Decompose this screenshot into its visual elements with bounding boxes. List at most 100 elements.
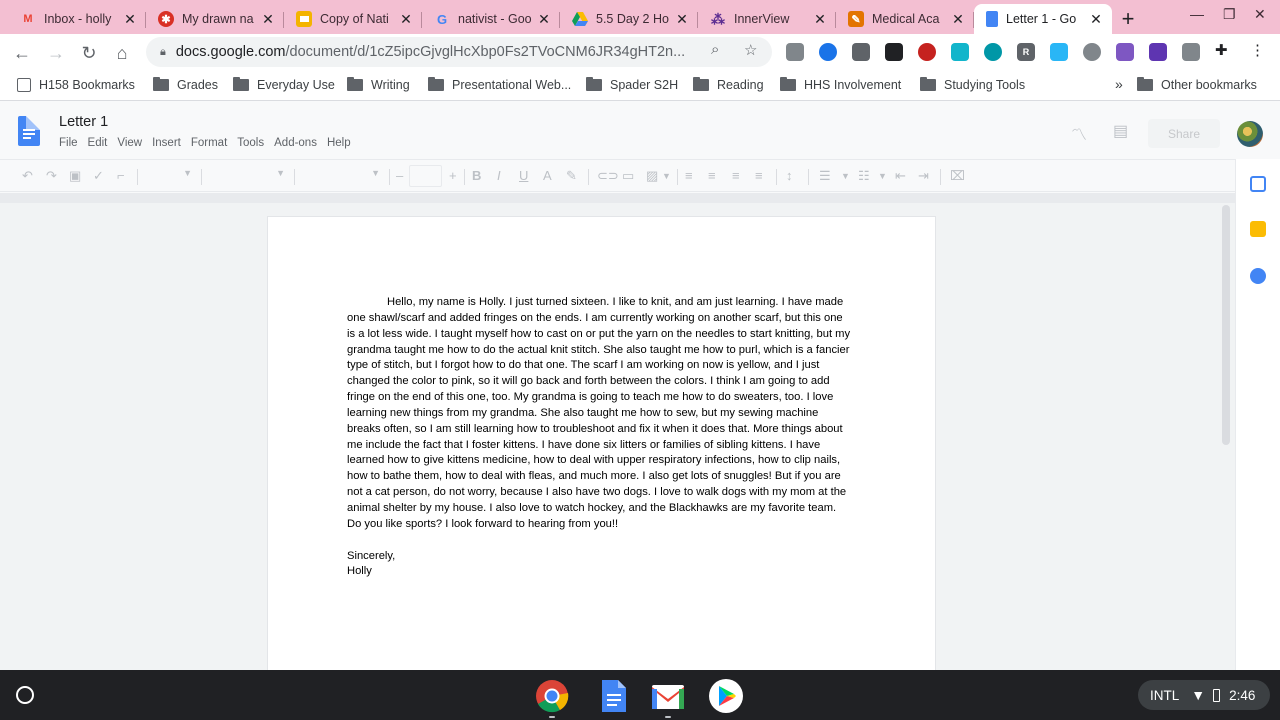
font-select[interactable]: ▼ [298, 165, 384, 187]
status-tray[interactable]: INTL ▼ 2:46 [1138, 680, 1270, 710]
close-tab-icon[interactable]: ✕ [398, 11, 414, 28]
bookmark-studying-tools[interactable]: Studying Tools [920, 77, 1025, 92]
reload-icon[interactable]: ↻ [76, 40, 102, 66]
close-tab-icon[interactable]: ✕ [674, 11, 690, 28]
bookmark-everyday-use[interactable]: Everyday Use [233, 77, 335, 92]
text-color-button[interactable]: A [543, 168, 552, 183]
tab-google-search[interactable]: G nativist - Goo ✕ [422, 4, 560, 34]
close-tab-icon[interactable]: ✕ [950, 11, 966, 28]
tab-drawn-names[interactable]: ✱ My drawn na ✕ [146, 4, 284, 34]
extension-copy-icon[interactable] [786, 43, 804, 61]
spellcheck-icon[interactable]: ✓ [93, 168, 104, 184]
bookmark-hhs-involvement[interactable]: HHS Involvement [780, 77, 901, 92]
menu-format[interactable]: Format [191, 137, 227, 149]
comments-icon[interactable]: ▤ [1113, 121, 1128, 141]
launcher-icon[interactable] [16, 686, 34, 704]
dropdown-caret-icon[interactable]: ▼ [878, 171, 887, 181]
undo-icon[interactable]: ↶ [22, 168, 33, 184]
bookmark-reading[interactable]: Reading [693, 77, 764, 92]
extension-ublock-icon[interactable] [918, 43, 936, 61]
paint-format-icon[interactable]: ⌐ [117, 168, 125, 183]
menu-add-ons[interactable]: Add-ons [274, 137, 317, 149]
align-center-icon[interactable]: ≡ [708, 168, 716, 183]
document-title[interactable]: Letter 1 [59, 114, 108, 130]
increase-indent-icon[interactable]: ⇥ [918, 168, 929, 184]
redo-icon[interactable]: ↷ [46, 168, 57, 184]
bookmark-spader-s2h[interactable]: Spader S2H [586, 77, 678, 92]
close-tab-icon[interactable]: ✕ [812, 11, 828, 28]
address-bar[interactable]: 🔒︎ docs.google.com /document/d/1cZ5ipcGj… [146, 37, 772, 67]
align-right-icon[interactable]: ≡ [732, 168, 740, 183]
align-left-icon[interactable]: ≡ [685, 168, 693, 183]
menu-help[interactable]: Help [327, 137, 351, 149]
justify-icon[interactable]: ≡ [755, 168, 763, 183]
bulleted-list-icon[interactable]: ☷ [858, 168, 870, 184]
activity-trend-icon[interactable]: 〽 [1071, 121, 1087, 145]
extension-pdf-icon[interactable] [1149, 43, 1167, 61]
zoom-icon[interactable]: ⌕ [711, 41, 719, 58]
tab-drive[interactable]: 5.5 Day 2 Ho ✕ [560, 4, 698, 34]
highlight-icon[interactable]: ✎ [566, 168, 577, 184]
close-window-icon[interactable]: ✕ [1254, 6, 1266, 23]
back-icon[interactable]: ← [9, 40, 35, 66]
italic-button[interactable]: I [497, 168, 501, 183]
print-icon[interactable]: ▣ [69, 168, 81, 184]
bookmarks-overflow-button[interactable]: » [1115, 76, 1123, 92]
link-icon[interactable]: ⊂⊃ [597, 168, 619, 184]
extension-globe-icon[interactable] [984, 43, 1002, 61]
minimize-icon[interactable]: — [1190, 6, 1204, 22]
extension-cloud-icon[interactable] [1050, 43, 1068, 61]
bookmark-grades[interactable]: Grades [153, 77, 218, 92]
gmail-app-icon[interactable] [651, 679, 685, 713]
extension-grid-icon[interactable] [1182, 43, 1200, 61]
vertical-scrollbar[interactable] [1222, 205, 1230, 445]
more-menu-icon[interactable]: ⋮ [1250, 41, 1265, 59]
calendar-icon[interactable] [1250, 176, 1266, 192]
checklist-icon[interactable]: ☰ [819, 168, 831, 184]
tab-medical[interactable]: ✎ Medical Aca ✕ [836, 4, 974, 34]
menu-edit[interactable]: Edit [88, 137, 108, 149]
bookmark-presentational-web[interactable]: Presentational Web... [428, 77, 571, 92]
extension-download-icon[interactable] [951, 43, 969, 61]
zoom-select[interactable]: ▼ [142, 165, 196, 187]
insert-image-icon[interactable]: ▨ [646, 168, 658, 184]
maximize-icon[interactable]: ❐ [1223, 6, 1236, 23]
forward-icon[interactable]: → [43, 40, 69, 66]
document-page[interactable]: Hello, my name is Holly. I just turned s… [268, 217, 935, 670]
font-size-input[interactable] [409, 165, 442, 187]
tab-gmail[interactable]: M Inbox - holly ✕ [8, 4, 146, 34]
extension-tw-icon[interactable] [1116, 43, 1134, 61]
home-icon[interactable]: ⌂ [109, 40, 135, 66]
play-store-app-icon[interactable] [709, 679, 743, 713]
close-tab-icon[interactable]: ✕ [536, 11, 552, 28]
extension-screenshot-icon[interactable] [852, 43, 870, 61]
style-select[interactable]: ▼ [205, 165, 289, 187]
dropdown-caret-icon[interactable]: ▼ [841, 171, 850, 181]
menu-file[interactable]: File [59, 137, 78, 149]
dropdown-caret-icon[interactable]: ▼ [662, 171, 671, 181]
tab-letter-1[interactable]: Letter 1 - Go ✕ [974, 4, 1112, 34]
docs-logo-icon[interactable] [18, 116, 40, 146]
extension-spy-icon[interactable] [885, 43, 903, 61]
tasks-icon[interactable] [1250, 268, 1266, 284]
decrease-font-size-button[interactable]: – [396, 168, 403, 183]
bookmark-writing[interactable]: Writing [347, 77, 410, 92]
bookmark-h158[interactable]: H158 Bookmarks [17, 78, 135, 92]
add-comment-icon[interactable]: ▭ [622, 168, 634, 184]
line-spacing-icon[interactable]: ↕ [786, 168, 793, 183]
new-tab-button[interactable]: + [1112, 4, 1144, 34]
underline-button[interactable]: U [519, 168, 528, 183]
tab-innerview[interactable]: ⁂ InnerView ✕ [698, 4, 836, 34]
other-bookmarks[interactable]: Other bookmarks [1137, 77, 1257, 92]
extension-blue-icon[interactable] [819, 43, 837, 61]
tab-slides-copy[interactable]: Copy of Nati ✕ [284, 4, 422, 34]
menu-tools[interactable]: Tools [237, 137, 264, 149]
bold-button[interactable]: B [472, 168, 481, 183]
menu-insert[interactable]: Insert [152, 137, 181, 149]
extensions-puzzle-icon[interactable]: ✚ [1215, 41, 1228, 59]
bookmark-star-icon[interactable]: ☆ [744, 41, 757, 59]
close-tab-icon[interactable]: ✕ [1088, 11, 1104, 28]
chrome-app-icon[interactable] [535, 679, 569, 713]
keep-icon[interactable] [1250, 221, 1266, 237]
increase-font-size-button[interactable]: + [449, 168, 457, 183]
